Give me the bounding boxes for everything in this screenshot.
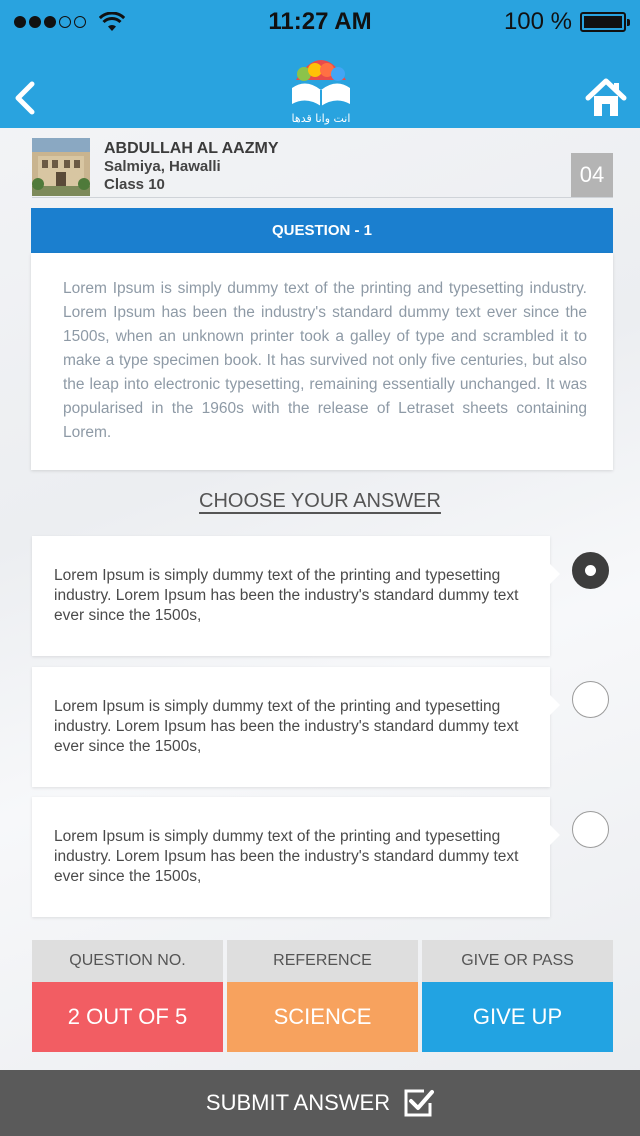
question-title: QUESTION - 1 [31, 208, 613, 253]
nav-bar: انت وانا قدها [0, 44, 640, 128]
battery-icon [580, 12, 630, 32]
reference-value: SCIENCE [227, 982, 418, 1052]
student-class: Class 10 [104, 176, 165, 193]
chevron-left-icon[interactable] [10, 80, 40, 116]
signal-dot [44, 16, 56, 28]
stat-label: GIVE OR PASS [422, 940, 613, 982]
submit-answer-label: SUBMIT ANSWER [205, 1090, 391, 1115]
answer-radio-2[interactable] [572, 681, 609, 718]
logo-text: انت وانا قدها [292, 112, 351, 125]
app-logo: انت وانا قدها [292, 60, 351, 125]
student-profile: ABDULLAH AL AAZMY Salmiya, Hawalli Class… [32, 136, 613, 198]
give-or-pass-stat: GIVE OR PASS GIVE UP [422, 940, 613, 1052]
signal-dot [74, 16, 86, 28]
student-number-badge: 04 [571, 153, 613, 197]
answer-radio-1[interactable] [572, 552, 609, 589]
answer-option-text: Lorem Ipsum is simply dummy text of the … [54, 698, 519, 755]
battery-status: 100 % [503, 8, 630, 36]
checkbox-check-icon [404, 1089, 435, 1117]
answer-radio-3[interactable] [572, 811, 609, 848]
signal-dot [29, 16, 41, 28]
signal-dot [14, 16, 26, 28]
question-number-value: 2 OUT OF 5 [32, 982, 223, 1052]
student-location: Salmiya, Hawalli [104, 158, 221, 175]
wifi-icon [99, 12, 125, 31]
home-icon[interactable] [584, 76, 628, 120]
question-text: Lorem Ipsum is simply dummy text of the … [31, 253, 613, 470]
signal-dot [59, 16, 71, 28]
signal-indicator [14, 12, 125, 32]
question-number-stat: QUESTION NO. 2 OUT OF 5 [32, 940, 223, 1052]
submit-answer-button[interactable]: SUBMIT ANSWER [0, 1070, 640, 1136]
give-up-button[interactable]: GIVE UP [422, 982, 613, 1052]
stat-label: QUESTION NO. [32, 940, 223, 982]
reference-stat: REFERENCE SCIENCE [227, 940, 418, 1052]
status-bar: 11:27 AM 100 % [0, 0, 640, 44]
student-name: ABDULLAH AL AAZMY [104, 140, 279, 157]
answer-option-text: Lorem Ipsum is simply dummy text of the … [54, 828, 519, 885]
profile-details: ABDULLAH AL AAZMY Salmiya, Hawalli Class… [104, 140, 279, 194]
choose-answer-label: CHOOSE YOUR ANSWER [199, 490, 441, 512]
stat-label: REFERENCE [227, 940, 418, 982]
battery-percent: 100 % [503, 8, 572, 35]
answer-option-1[interactable]: Lorem Ipsum is simply dummy text of the … [32, 536, 560, 656]
school-image [32, 138, 90, 196]
answer-option-text: Lorem Ipsum is simply dummy text of the … [54, 567, 519, 624]
answer-option-2[interactable]: Lorem Ipsum is simply dummy text of the … [32, 667, 560, 787]
answer-option-3[interactable]: Lorem Ipsum is simply dummy text of the … [32, 797, 560, 917]
